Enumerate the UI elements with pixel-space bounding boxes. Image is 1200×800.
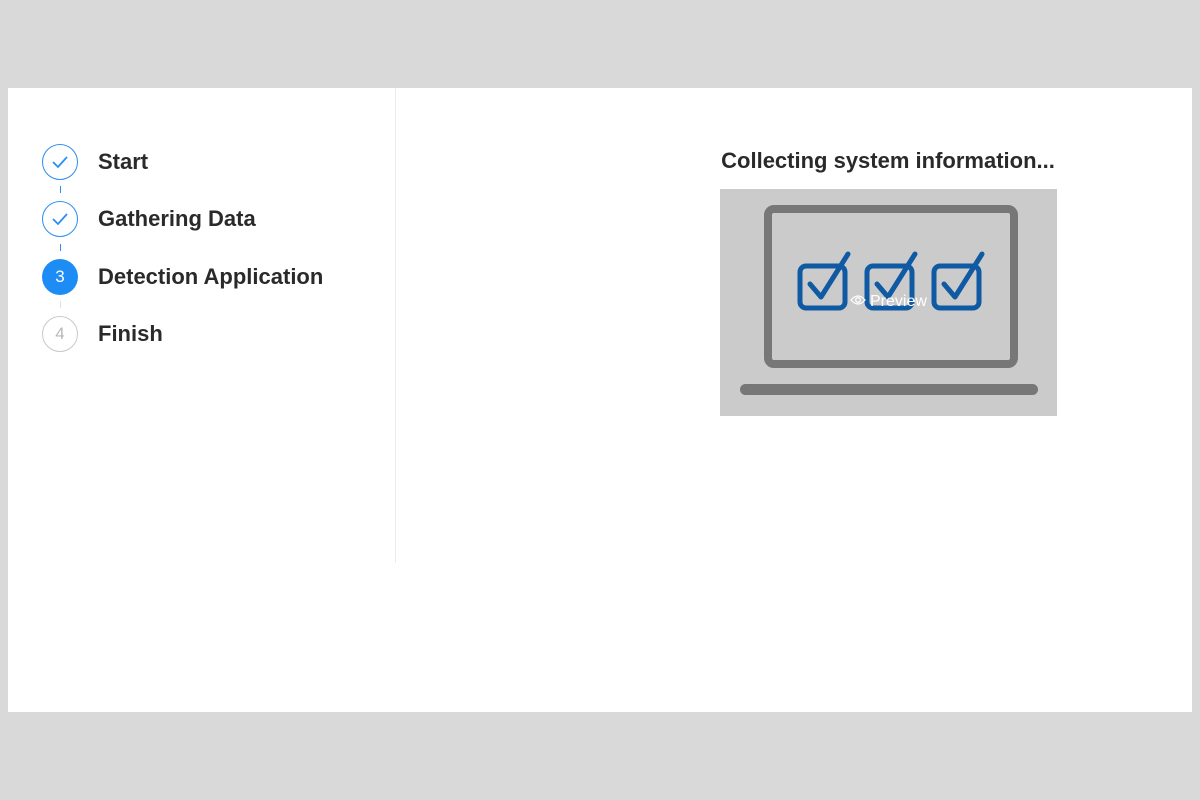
step-finish: 4 Finish (42, 314, 163, 354)
eye-icon (850, 293, 866, 311)
step-connector (60, 244, 61, 251)
preview-overlay[interactable]: Preview (850, 293, 927, 311)
page-title: Collecting system information... (721, 148, 1055, 173)
step-start: Start (42, 142, 148, 182)
check-icon (42, 144, 78, 180)
step-number: 4 (42, 316, 78, 352)
step-label: Start (98, 149, 149, 174)
check-icon (42, 201, 78, 237)
step-label: Detection Application (98, 264, 324, 289)
step-connector (60, 186, 61, 193)
preview-label: Preview (870, 293, 927, 310)
step-connector (60, 301, 61, 308)
step-detection-application: 3 Detection Application (42, 257, 323, 297)
step-label: Finish (98, 321, 163, 346)
step-gathering-data: Gathering Data (42, 199, 256, 239)
step-label: Gathering Data (98, 206, 256, 231)
wizard-card: Start Gathering Data 3 Detection Applica… (8, 88, 1192, 712)
step-number: 3 (42, 259, 78, 295)
divider (395, 88, 396, 563)
